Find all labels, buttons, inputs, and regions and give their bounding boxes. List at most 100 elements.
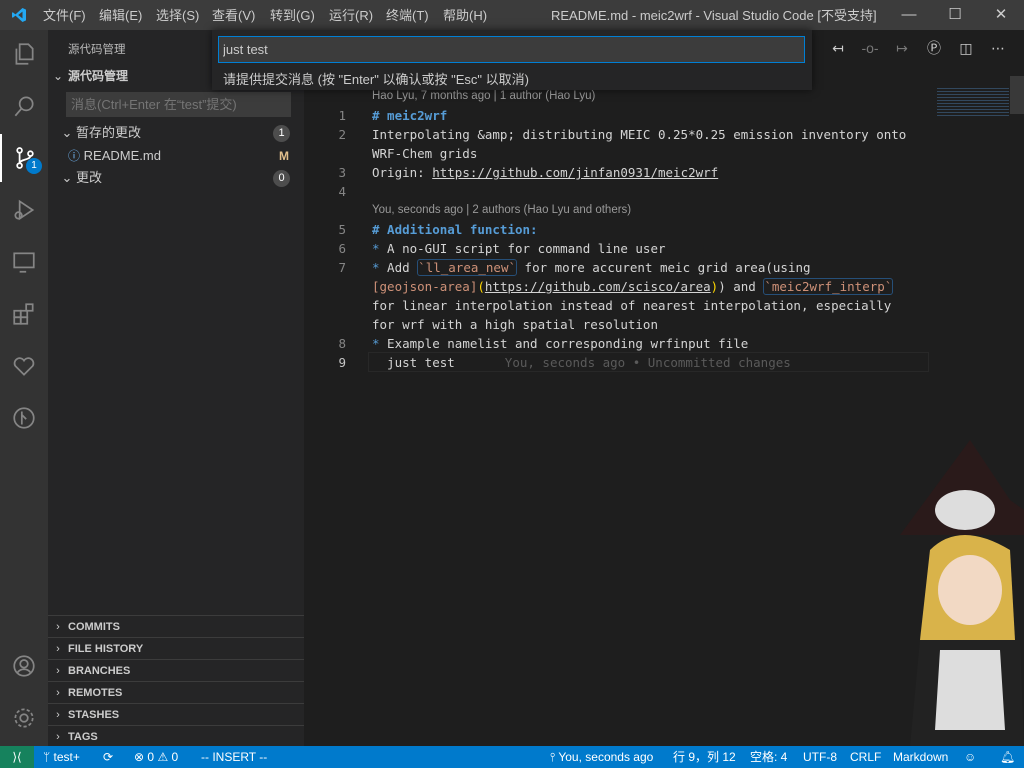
changes-group[interactable]: ⌄ 更改 0 [48, 167, 304, 189]
modified-status: M [279, 149, 289, 163]
chevron-right-icon: › [56, 665, 60, 677]
explorer-icon[interactable] [0, 30, 48, 78]
panel-commits[interactable]: › COMMITS [48, 615, 304, 637]
menu-help[interactable]: 帮助(H) [443, 0, 487, 30]
code-line: * A no-GUI script for command line user [372, 241, 666, 256]
line-number: 5 [338, 222, 346, 237]
chevron-right-icon: › [56, 643, 60, 655]
heart-icon[interactable] [0, 342, 48, 390]
error-icon: ⊗ [134, 750, 145, 764]
sidebar-title: 源代码管理 [68, 44, 126, 56]
commit-message-quick-input[interactable] [218, 36, 805, 63]
line-number: 7 [338, 260, 346, 275]
code-line: # Additional function: [372, 222, 538, 237]
line-number: 3 [338, 165, 346, 180]
line-number: 1 [338, 108, 346, 123]
sync-icon[interactable]: ⟳ [103, 746, 113, 768]
branch-indicator[interactable]: ᛘ test+ [43, 746, 80, 768]
line-number: 4 [338, 184, 346, 199]
next-change-icon[interactable]: ↦ [892, 38, 912, 58]
staged-count-badge: 1 [273, 125, 290, 142]
previous-change-icon[interactable]: ↤ [828, 38, 848, 58]
warning-icon: ⚠ [157, 750, 169, 764]
line-number: 9 [338, 355, 346, 370]
blame-codelens[interactable]: Hao Lyu, 7 months ago | 1 author (Hao Ly… [372, 90, 595, 102]
file-item-readme[interactable]: ⓘ README.md M [48, 145, 304, 167]
chevron-down-icon: ⌄ [61, 170, 73, 185]
menu-view[interactable]: 查看(V) [212, 0, 255, 30]
settings-gear-icon[interactable] [0, 694, 48, 742]
git-graph-icon[interactable] [0, 394, 48, 442]
branch-icon: ᛘ [43, 750, 51, 764]
chevron-right-icon: › [56, 687, 60, 699]
code-line: for linear interpolation instead of near… [372, 298, 892, 313]
line-number: 6 [338, 241, 346, 256]
menu-selection[interactable]: 选择(S) [156, 0, 199, 30]
notifications-bell-icon[interactable]: 🔔︎ [1000, 746, 1015, 768]
code-line: * Example namelist and corresponding wrf… [372, 336, 749, 351]
staged-changes-group[interactable]: ⌄ 暂存的更改 1 [48, 122, 304, 144]
run-debug-icon[interactable] [0, 186, 48, 234]
minimap[interactable] [937, 88, 1009, 116]
feedback-icon[interactable]: ☺ [964, 746, 976, 768]
chevron-down-icon: ⌄ [52, 69, 64, 83]
chevron-right-icon: › [56, 709, 60, 721]
blame-codelens[interactable]: You, seconds ago | 2 authors (Hao Lyu an… [372, 204, 631, 216]
line-number: 2 [338, 127, 346, 142]
code-line: for wrf with a high spatial resolution [372, 317, 658, 332]
account-icon[interactable] [0, 642, 48, 690]
extensions-icon[interactable] [0, 290, 48, 338]
menu-edit[interactable]: 编辑(E) [99, 0, 142, 30]
panel-remotes[interactable]: › REMOTES [48, 681, 304, 703]
vscode-logo-icon [12, 8, 26, 22]
panel-tags[interactable]: › TAGS [48, 725, 304, 747]
vim-mode: -- INSERT -- [201, 750, 268, 764]
code-line: * Add `ll_area_new` for more accurent me… [372, 259, 811, 276]
panel-file-history[interactable]: › FILE HISTORY [48, 637, 304, 659]
code-line: WRF-Chem grids [372, 146, 478, 161]
menu-terminal[interactable]: 终端(T) [386, 0, 429, 30]
code-line-current: just test You, seconds ago • Uncommitted … [372, 355, 791, 370]
panel-branches[interactable]: › BRANCHES [48, 659, 304, 681]
git-blame-status[interactable]: ⫯ You, seconds ago [550, 746, 653, 768]
quick-input-message: 请提供提交消息 (按 "Enter" 以确认或按 "Esc" 以取消) [223, 72, 529, 87]
remote-explorer-icon[interactable] [0, 238, 48, 286]
indentation[interactable]: 空格: 4 [750, 746, 787, 768]
panel-stashes[interactable]: › STASHES [48, 703, 304, 725]
encoding[interactable]: UTF-8 [803, 746, 837, 768]
remote-indicator-icon[interactable]: ⟩⟨ [0, 746, 34, 768]
more-actions-icon[interactable]: ⋯ [988, 38, 1008, 58]
chevron-right-icon: › [56, 621, 60, 633]
split-editor-icon[interactable]: ◫ [956, 38, 976, 58]
commit-node-icon[interactable]: -o- [860, 38, 880, 58]
commit-icon: ⫯ [550, 750, 556, 764]
language-mode[interactable]: Markdown [893, 746, 948, 768]
code-line: [geojson-area](https://github.com/scisco… [372, 278, 894, 295]
code-line: # meic2wrf [372, 108, 448, 123]
minimize-button[interactable]: — [886, 0, 932, 30]
info-icon: ⓘ [68, 149, 81, 163]
menu-go[interactable]: 转到(G) [270, 0, 315, 30]
problems-indicator[interactable]: ⊗ 0 ⚠ 0 [134, 746, 178, 768]
menu-file[interactable]: 文件(F) [43, 0, 86, 30]
area-link[interactable]: https://github.com/scisco/area [485, 279, 711, 294]
code-line: Origin: https://github.com/jinfan0931/me… [372, 165, 719, 180]
scrollbar-thumb[interactable] [1010, 76, 1024, 114]
code-line: Interpolating &amp; distributing MEIC 0.… [372, 127, 907, 142]
chevron-right-icon: › [56, 731, 60, 743]
title-bar: 文件(F) 编辑(E) 选择(S) 查看(V) 转到(G) 运行(R) 终端(T… [0, 0, 1024, 30]
end-of-line[interactable]: CRLF [850, 746, 881, 768]
close-button[interactable]: ✕ [978, 0, 1024, 30]
cursor-position[interactable]: 行 9，列 12 [673, 746, 736, 768]
git-graph-toolbar-icon[interactable]: Ⓟ [924, 38, 944, 58]
changes-count-badge: 0 [273, 170, 290, 187]
search-icon[interactable] [0, 82, 48, 130]
inline-blame: You, seconds ago • Uncommitted changes [504, 355, 791, 370]
line-number: 8 [338, 336, 346, 351]
maximize-button[interactable]: ☐ [932, 0, 978, 30]
commit-message-input[interactable] [66, 92, 291, 117]
source-control-icon[interactable]: 1 [0, 134, 48, 182]
menu-run[interactable]: 运行(R) [329, 0, 373, 30]
origin-link[interactable]: https://github.com/jinfan0931/meic2wrf [432, 165, 718, 180]
source-control-sidebar: 源代码管理 ⌄源代码管理 ⌄暂存的更改1 ⓘ README.mdM ⌄更改0 ›… [48, 30, 304, 746]
